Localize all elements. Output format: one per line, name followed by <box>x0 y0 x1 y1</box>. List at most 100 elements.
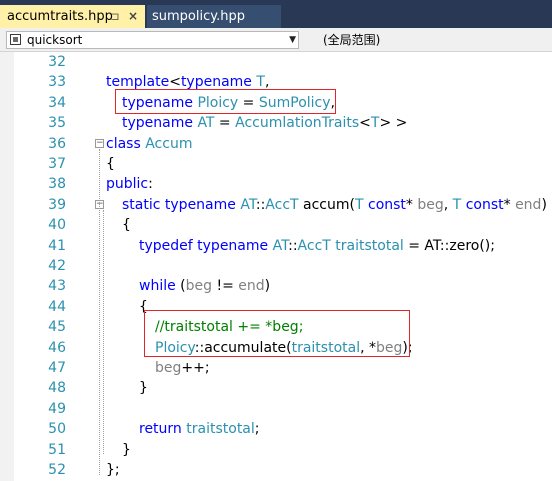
code-token: = <box>214 115 236 132</box>
outline-guide <box>99 149 101 475</box>
tab-sumpolicy[interactable]: sumpolicy.hpp <box>147 5 281 28</box>
code-editor[interactable]: 32 33 template<typename T, 34 typename Ploic… <box>0 52 552 481</box>
line-number: 44 <box>48 298 66 315</box>
code-line[interactable]: 49 <box>0 399 552 419</box>
code-line[interactable]: 50 return traitstotal; <box>0 419 552 439</box>
scope-value: quicksort <box>27 33 83 47</box>
code-token: T <box>256 74 265 91</box>
code-token: :: <box>255 196 266 213</box>
code-token: { <box>122 217 131 234</box>
code-token: AT <box>272 237 289 254</box>
line-number: 46 <box>48 339 66 356</box>
highlight-box <box>144 310 410 357</box>
code-token: typedef <box>139 237 193 254</box>
close-icon[interactable]: × <box>126 5 140 28</box>
code-line[interactable]: 39 static typename AT::AccT accum(T const… <box>0 195 552 215</box>
code-line[interactable]: 42 <box>0 256 552 276</box>
code-text: public: <box>106 174 153 194</box>
line-number: 47 <box>48 360 66 376</box>
code-line[interactable]: 51} <box>0 440 552 460</box>
line-number: 35 <box>48 115 66 132</box>
code-token: class <box>106 135 141 152</box>
code-token: end <box>238 278 265 295</box>
code-token: ( <box>175 278 186 295</box>
code-line[interactable]: 41 typedef typename AT::AccT traitstotal … <box>0 236 552 256</box>
member-dropdown[interactable]: (全局范围) <box>323 32 380 48</box>
code-token: T <box>354 196 364 213</box>
line-number: 50 <box>48 421 66 438</box>
code-token: while <box>139 278 176 295</box>
code-token: traitstotal <box>186 421 255 438</box>
code-text: }; <box>106 460 120 480</box>
line-number: 38 <box>48 176 66 193</box>
code-token: ) <box>541 196 547 213</box>
code-line[interactable]: 32 <box>0 52 552 72</box>
code-text: { <box>122 215 131 235</box>
line-number: 33 <box>48 74 66 91</box>
line-number: 51 <box>48 441 66 458</box>
code-token: typename <box>164 196 236 213</box>
project-icon <box>10 34 21 45</box>
line-number: 41 <box>48 237 66 254</box>
code-token: > > <box>379 115 408 132</box>
code-token: * <box>503 196 516 213</box>
code-token: Accum <box>145 135 193 152</box>
code-text: { <box>106 154 115 174</box>
pin-icon[interactable]: ⊐ <box>108 5 122 28</box>
document-tab-strip: accumtraits.hpp ⊐ × sumpolicy.hpp <box>0 0 552 28</box>
code-line[interactable]: 48} <box>0 378 552 398</box>
code-text: typename AT = AccumlationTraits<T> > <box>122 113 407 133</box>
code-text: static typename AT::AccT accum(T const* … <box>122 195 547 215</box>
line-number: 32 <box>48 54 66 70</box>
code-token: ; <box>254 421 260 438</box>
tab-accumtraits[interactable]: accumtraits.hpp ⊐ × <box>0 5 145 28</box>
code-token: traitstotal <box>335 237 404 254</box>
code-token: } <box>139 380 148 397</box>
code-token: accum( <box>298 196 355 213</box>
code-token: typename <box>122 115 193 132</box>
code-token: != <box>212 278 239 295</box>
code-token: T <box>452 196 462 213</box>
code-line[interactable]: 35 typename AT = AccumlationTraits<T> > <box>0 113 552 133</box>
code-token: * <box>405 196 418 213</box>
code-line[interactable]: 36 class Accum <box>0 134 552 154</box>
code-line[interactable]: 43 while (beg != end) <box>0 276 552 296</box>
code-token: < <box>359 115 371 132</box>
outline-guide <box>103 210 105 454</box>
code-token: const <box>368 196 406 213</box>
code-line[interactable]: 52}; <box>0 460 552 480</box>
line-number: 42 <box>48 258 66 274</box>
code-token: static <box>122 196 161 213</box>
code-line[interactable]: 37 { <box>0 154 552 174</box>
code-token: , <box>264 74 270 91</box>
code-token: }; <box>106 462 120 478</box>
line-number: 52 <box>48 462 66 478</box>
code-token: AT <box>197 115 215 132</box>
code-token: AccumlationTraits <box>235 115 360 132</box>
code-token: public <box>106 176 149 193</box>
highlight-box <box>115 89 336 114</box>
code-line[interactable]: 47 beg++; <box>0 358 552 378</box>
code-token: beg <box>155 360 182 376</box>
code-text: } <box>139 378 148 398</box>
code-token: end <box>515 196 542 213</box>
code-token: , <box>443 196 453 213</box>
line-number: 43 <box>48 278 66 295</box>
collapse-toggle-icon[interactable]: − <box>95 139 104 148</box>
line-number: 36 <box>48 135 66 152</box>
code-token: beg <box>185 278 213 295</box>
code-token: : <box>148 176 153 193</box>
line-number: 45 <box>48 319 66 336</box>
chevron-down-icon[interactable]: ▼ <box>289 32 296 48</box>
code-token: } <box>122 441 131 458</box>
navigation-bar: quicksort ▼ (全局范围) <box>0 28 552 52</box>
code-text: class Accum <box>106 134 192 154</box>
code-line[interactable]: 38 public: <box>0 174 552 194</box>
code-line[interactable]: 40 { <box>0 215 552 235</box>
line-number: 34 <box>48 94 66 111</box>
code-token: const <box>465 196 504 213</box>
line-number: 37 <box>48 156 66 172</box>
line-number: 40 <box>48 217 66 234</box>
scope-dropdown[interactable]: quicksort ▼ <box>6 31 299 49</box>
code-token: beg <box>417 196 444 213</box>
